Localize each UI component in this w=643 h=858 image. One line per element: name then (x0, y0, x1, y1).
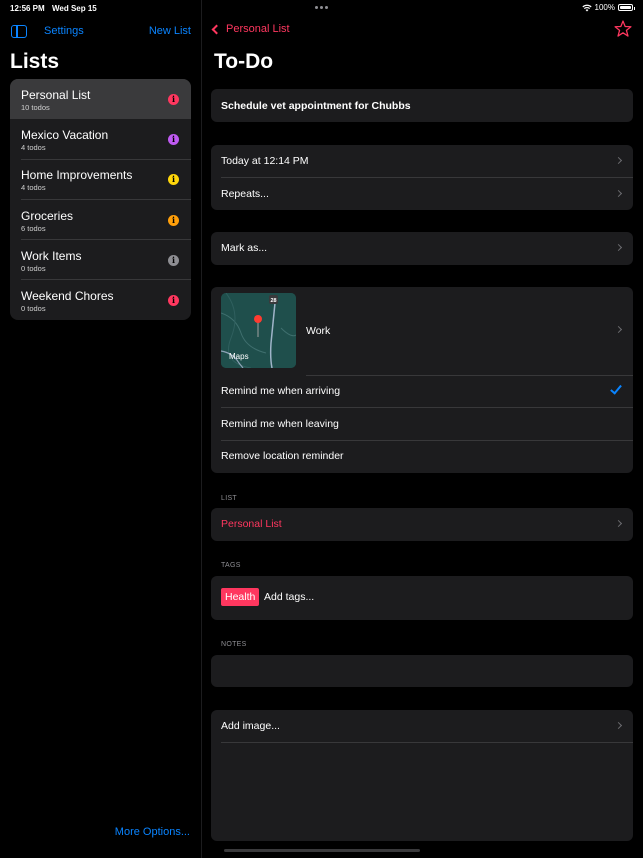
home-indicator[interactable] (224, 849, 420, 852)
location-option[interactable]: Remove location reminder (211, 440, 633, 473)
option-label: Remind me when leaving (221, 417, 339, 430)
section-header-notes: NOTES (221, 641, 247, 648)
list-item[interactable]: Groceries 6 todos i (10, 200, 191, 240)
add-image-card: Add image... (211, 710, 633, 841)
option-label: Remove location reminder (221, 450, 344, 462)
location-option[interactable]: Remind me when leaving (211, 408, 633, 440)
list-item[interactable]: Personal List 10 todos i (10, 79, 191, 120)
location-row[interactable]: 28 Maps Work (211, 287, 633, 375)
checkmark-icon (610, 382, 622, 395)
info-icon[interactable]: i (168, 134, 179, 146)
todo-title-field[interactable]: Schedule vet appointment for Chubbs (211, 89, 633, 122)
road-marker: 28 (270, 298, 276, 304)
tags-row: Health Add tags... (211, 576, 633, 620)
map-thumbnail[interactable]: 28 Maps (221, 293, 296, 368)
settings-button[interactable]: Settings (44, 25, 84, 37)
list-item[interactable]: Weekend Chores 0 todos i (10, 280, 191, 320)
list-count: 0 todos (21, 303, 46, 313)
list-name: Work Items (21, 248, 82, 263)
back-label: Personal List (226, 23, 290, 35)
list-count: 10 todos (21, 103, 50, 112)
back-button[interactable]: Personal List (210, 23, 290, 35)
section-header-list: LIST (221, 495, 237, 502)
list-item[interactable]: Mexico Vacation 4 todos i (10, 119, 191, 160)
info-icon[interactable]: i (168, 174, 179, 186)
detail-pane: Personal List To-Do Schedule vet appoint… (202, 0, 643, 858)
maps-badge: Maps (229, 352, 249, 361)
chevron-right-icon (614, 325, 623, 334)
notes-field[interactable] (211, 655, 633, 687)
more-options-button[interactable]: More Options... (115, 826, 190, 838)
repeats-label: Repeats... (221, 187, 269, 200)
mark-as-row[interactable]: Mark as... (211, 232, 633, 265)
list-picker-row[interactable]: Personal List (211, 508, 633, 541)
sidebar: Settings New List Lists Personal List 10… (0, 0, 201, 858)
add-image-label: Add image... (221, 720, 280, 732)
mark-as-card: Mark as... (211, 232, 633, 265)
chevron-right-icon (614, 519, 623, 528)
sidebar-title: Lists (10, 50, 60, 73)
chevron-right-icon (614, 156, 623, 165)
chevron-right-icon (614, 189, 623, 197)
list-card: Personal List (211, 508, 633, 541)
repeats-row[interactable]: Repeats... (211, 178, 633, 211)
location-card: 28 Maps Work Remind me when arriving Rem… (211, 287, 633, 473)
option-label: Remind me when arriving (221, 385, 341, 397)
sidebar-toggle-icon[interactable] (11, 25, 27, 38)
chevron-right-icon (614, 721, 623, 730)
info-icon[interactable]: i (168, 294, 179, 306)
lists-container: Personal List 10 todos i Mexico Vacation… (10, 79, 191, 321)
page-title: To-Do (214, 50, 274, 73)
list-value: Personal List (221, 518, 282, 530)
divider (221, 742, 633, 743)
list-name: Mexico Vacation (21, 128, 109, 143)
info-icon[interactable]: i (168, 254, 179, 266)
section-header-tags: TAGS (221, 562, 241, 569)
chevron-left-icon (211, 24, 222, 34)
list-count: 6 todos (21, 223, 46, 233)
due-date: Today at 12:14 PM (221, 155, 309, 167)
list-name: Personal List (21, 88, 91, 102)
list-item[interactable]: Home Improvements 4 todos i (10, 159, 191, 200)
list-count: 0 todos (21, 263, 46, 273)
list-count: 4 todos (21, 183, 46, 193)
list-count: 4 todos (21, 143, 46, 153)
info-icon[interactable]: i (168, 94, 179, 105)
todo-title-card: Schedule vet appointment for Chubbs (211, 89, 633, 122)
new-list-button[interactable]: New List (149, 25, 191, 37)
add-tags-input[interactable]: Add tags... (264, 591, 314, 603)
list-item[interactable]: Work Items 0 todos i (10, 240, 191, 280)
tags-card: Health Add tags... (211, 576, 633, 620)
mark-as-label: Mark as... (221, 242, 268, 254)
list-name: Home Improvements (21, 168, 133, 183)
chevron-right-icon (614, 243, 623, 252)
add-image-row[interactable]: Add image... (211, 710, 633, 743)
location-name: Work (306, 325, 331, 337)
list-name: Weekend Chores (21, 288, 114, 303)
schedule-card: Today at 12:14 PM Repeats... (211, 145, 633, 210)
info-icon[interactable]: i (168, 214, 179, 226)
list-name: Groceries (21, 208, 74, 223)
todo-title: Schedule vet appointment for Chubbs (221, 100, 411, 112)
due-date-row[interactable]: Today at 12:14 PM (211, 145, 633, 178)
star-icon[interactable] (613, 19, 633, 39)
tag-chip[interactable]: Health (221, 588, 260, 606)
map-image: 28 Maps (221, 293, 296, 368)
location-option[interactable]: Remind me when arriving (211, 375, 633, 408)
